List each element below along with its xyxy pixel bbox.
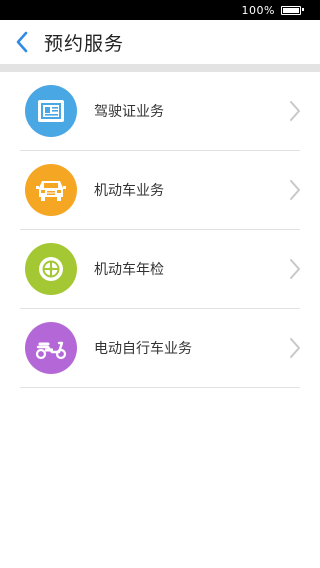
header: 预约服务 [0, 20, 320, 64]
screen: 100% 预约服务 驾驶证业务 机动车业务 机动车年检 电动自行车业务 [0, 0, 320, 568]
chevron-left-icon [16, 31, 28, 53]
menu-list: 驾驶证业务 机动车业务 机动车年检 电动自行车业务 [0, 72, 320, 388]
chevron-right-icon [290, 180, 300, 200]
status-bar: 100% [0, 0, 320, 20]
menu-item-driver-license[interactable]: 驾驶证业务 [20, 72, 300, 151]
scooter-icon [25, 322, 77, 374]
battery-percentage: 100% [241, 3, 275, 17]
car-front-icon [25, 164, 77, 216]
back-button[interactable] [0, 20, 44, 64]
header-divider [0, 64, 320, 72]
driver-license-icon [25, 85, 77, 137]
menu-item-label: 机动车年检 [94, 262, 164, 278]
battery-icon [281, 5, 304, 15]
chevron-right-icon [290, 338, 300, 358]
menu-item-label: 机动车业务 [94, 183, 164, 199]
menu-item-label: 电动自行车业务 [94, 341, 192, 357]
chevron-right-icon [290, 101, 300, 121]
tire-icon [25, 243, 77, 295]
menu-item-ebike[interactable]: 电动自行车业务 [20, 309, 300, 388]
menu-item-annual-inspection[interactable]: 机动车年检 [20, 230, 300, 309]
chevron-right-icon [290, 259, 300, 279]
menu-item-label: 驾驶证业务 [94, 104, 164, 120]
page-title: 预约服务 [44, 32, 125, 55]
menu-item-vehicle[interactable]: 机动车业务 [20, 151, 300, 230]
